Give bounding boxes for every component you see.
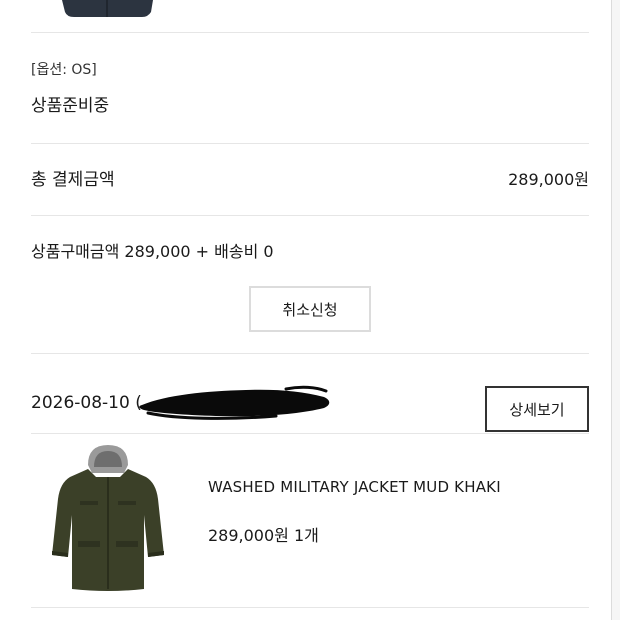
divider	[31, 32, 589, 33]
scrollbar[interactable]	[611, 0, 620, 620]
product-price-quantity: 289,000원 1개	[208, 526, 319, 545]
divider	[31, 143, 589, 144]
order-date: 2026-08-10 (	[31, 393, 142, 413]
divider	[31, 215, 589, 216]
product-name[interactable]: WASHED MILITARY JACKET MUD KHAKI	[208, 478, 501, 496]
divider	[31, 353, 589, 354]
parka-image	[52, 445, 164, 591]
top-product-image[interactable]	[60, 0, 155, 18]
payment-breakdown: 상품구매금액 289,000 + 배송비 0	[31, 242, 274, 261]
redaction-scribble	[139, 385, 330, 420]
divider	[31, 607, 589, 608]
view-details-button[interactable]: 상세보기	[485, 386, 589, 432]
total-payment-label: 총 결제금액	[31, 170, 115, 190]
order-status: 상품준비중	[31, 96, 110, 116]
product-image[interactable]	[50, 443, 166, 593]
cancel-request-button[interactable]: 취소신청	[249, 286, 371, 332]
total-payment-value: 289,000원	[508, 170, 589, 189]
navy-garment-image	[62, 0, 153, 17]
divider	[31, 433, 589, 434]
option-text: [옵션: OS]	[31, 62, 97, 78]
